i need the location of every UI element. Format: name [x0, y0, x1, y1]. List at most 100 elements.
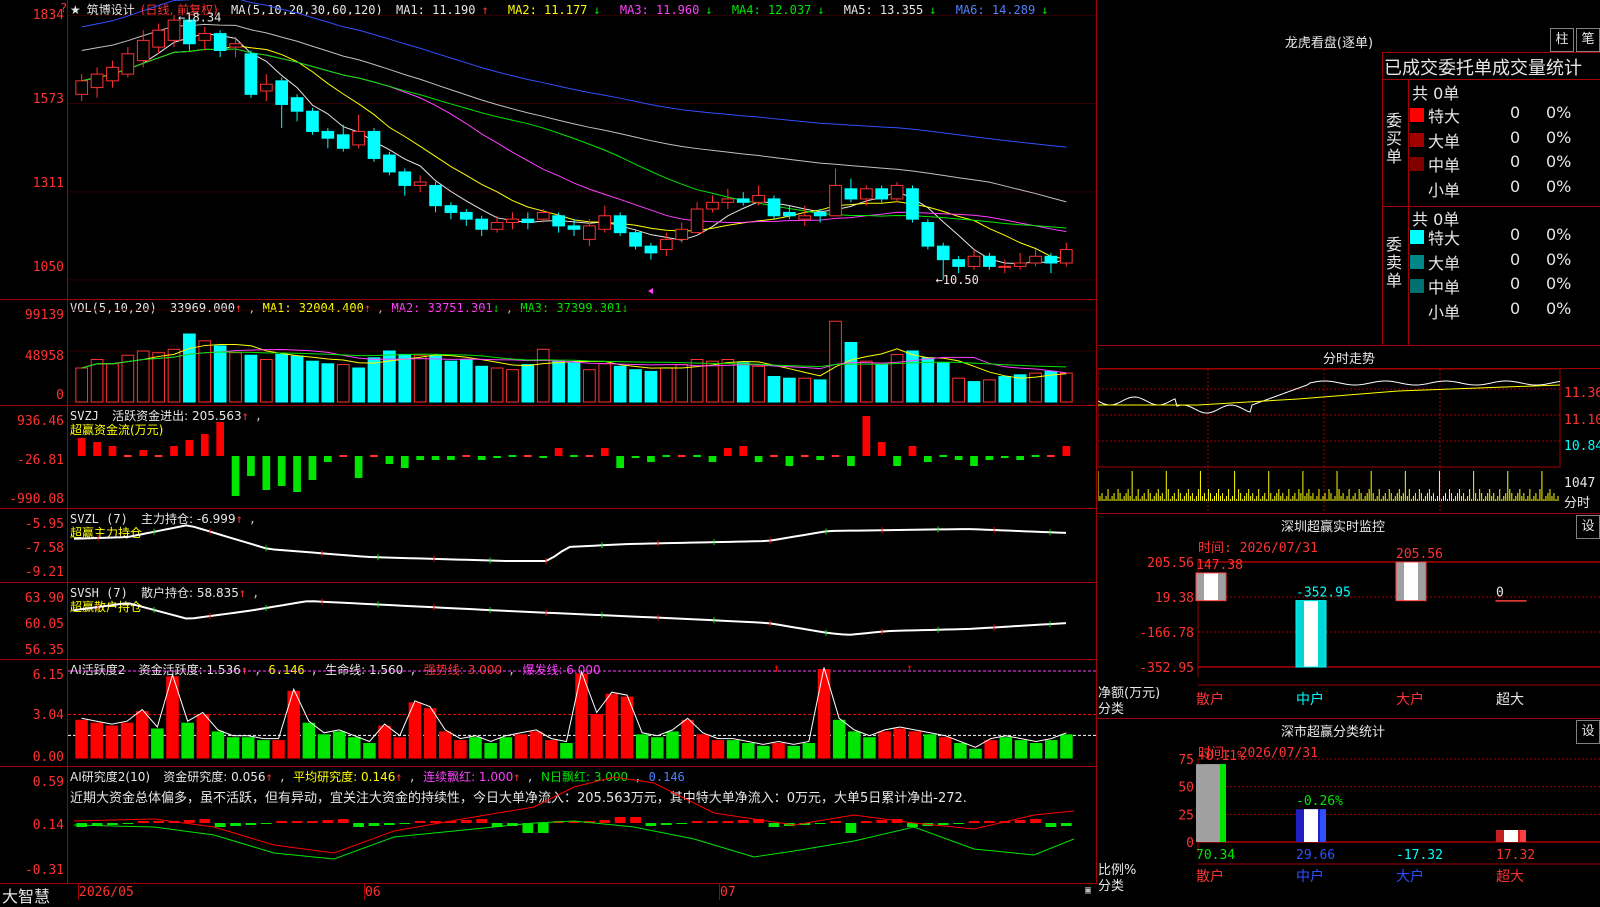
ai2-y-axis: 0.59 0.14 -0.31: [0, 767, 68, 883]
research-bar: [691, 821, 703, 823]
volume-bar: [659, 367, 673, 403]
order-volume: 0: [1510, 152, 1521, 171]
order-volume: 0: [1510, 127, 1521, 147]
y-tick: -5.95: [24, 517, 64, 532]
order-percent: 0%: [1546, 103, 1572, 122]
y-tick: 6.15: [32, 668, 64, 683]
flow-bar: [1062, 446, 1071, 456]
sz-monitor-panel[interactable]: 深圳超赢实时监控 设 时间: 2026/07/31 205.56 19.38 -16…: [1098, 513, 1600, 718]
research-bar: [645, 823, 657, 826]
flow-bar: [293, 456, 301, 492]
research-bar: [1014, 820, 1026, 823]
flow-bar: [693, 455, 701, 457]
indicator-line: [73, 600, 1067, 636]
flow-bar: [339, 455, 348, 457]
candle-body: [983, 255, 996, 267]
research-bar: [399, 823, 411, 824]
lock-icon[interactable]: ▣: [1085, 885, 1091, 896]
candle-body: [352, 130, 365, 146]
volume-chart: [68, 309, 1096, 403]
ai-activity-panel[interactable]: AI活跃度2 资金活跃度: 1.536↑, 6.146, 生命线: 1.560,…: [0, 660, 1097, 767]
vol-panel[interactable]: VOL(5,10,20) 33969.000↑, MA1: 32004.400↑…: [0, 300, 1097, 406]
flow-bar: [1031, 455, 1040, 457]
flow-bar: [939, 455, 948, 457]
y-tick: 99139: [24, 308, 64, 323]
sc-stats-panel[interactable]: 深市超赢分类统计 设 时间: 2026/07/31 75 50 25 0 +0.11% -…: [1098, 718, 1600, 900]
flow-bar: [616, 456, 624, 468]
y-tick: 0.00: [32, 750, 64, 765]
candle-body: [844, 188, 858, 200]
volume-bar: [921, 357, 935, 403]
research-bar: [337, 819, 349, 823]
activity-bar: [454, 740, 467, 759]
volume-bar: [106, 363, 119, 403]
research-bar: [614, 817, 626, 823]
vol-y-axis: 99139 48958 0: [0, 300, 68, 406]
flow-bar: [400, 456, 409, 468]
ai-research-panel[interactable]: AI研究度2(10) 资金研究度: 0.056↑, 平均研究度: 0.146↑,…: [0, 767, 1097, 883]
intraday-panel[interactable]: 分时走势 11.36 11.10 10.84 1047 分时: [1098, 346, 1600, 513]
y-tick: 56.35: [24, 643, 64, 658]
y-tick: 0.59: [32, 775, 64, 790]
flow-bar: [277, 456, 286, 486]
volume-bar: [213, 345, 227, 403]
activity-bar: [726, 740, 740, 759]
longhu-panel: 龙虎看盘(逐单) 柱 笔 已成交委托单成交量统计 委买单 共 0单 委卖单 共 …: [1098, 0, 1600, 346]
flow-bar: [585, 455, 594, 457]
sell-side-label: 委卖单: [1386, 235, 1403, 290]
activity-bar: [499, 737, 513, 759]
category-label: 超大: [1496, 869, 1524, 885]
category-label: 中户: [1296, 868, 1324, 885]
activity-bar: [848, 731, 861, 759]
volume-bar: [844, 342, 858, 403]
volume-bar: [813, 379, 827, 403]
y-tick: 10.84: [1564, 439, 1600, 454]
bar-value-label: 29.66: [1296, 848, 1335, 863]
main-chart-panel[interactable]: ? ★ 筑博设计 (日线, 前复权) MA(5,10,20,30,60,120) M…: [0, 0, 1097, 300]
flow-bar: [662, 455, 671, 457]
candle-body: [413, 181, 427, 186]
flow-bar: [862, 416, 871, 456]
flow-bar: [431, 456, 440, 460]
order-size-label: 中单: [1428, 278, 1461, 297]
volume-bar: [552, 360, 565, 403]
volume-bar: [875, 364, 889, 403]
activity-bar: [393, 737, 407, 759]
flow-bar: [970, 456, 978, 466]
volume-bar: [90, 359, 104, 403]
research-line: [73, 776, 1075, 854]
date-label: 2026/05: [79, 885, 134, 900]
longhu-subtitle: 已成交委托单成交量统计: [1384, 58, 1582, 79]
activity-bar: [378, 725, 391, 759]
category-label: 大户: [1396, 868, 1424, 885]
volume-bar: [829, 320, 842, 403]
candle-body: [859, 188, 873, 200]
research-bar: [230, 823, 241, 826]
svzj-panel[interactable]: SVZJ 活跃资金进出: 205.563↑, 超赢资金流(万元) 936.46 …: [0, 406, 1097, 509]
flow-bar: [539, 456, 548, 458]
activity-bar: [605, 693, 619, 759]
y-tick: -352.95: [1139, 661, 1194, 676]
candle-body: [783, 211, 796, 217]
candle-body: [936, 245, 950, 261]
bar-value-label: 147.38: [1196, 558, 1243, 573]
candle-body: [383, 154, 396, 173]
activity-bar: [423, 708, 437, 759]
candle-body: [475, 218, 489, 230]
activity-bar: [257, 740, 270, 759]
activity-bar: [681, 719, 694, 759]
activity-bar: [832, 719, 846, 759]
volume-bar: [644, 370, 658, 403]
research-bar: [307, 821, 318, 823]
order-volume: 0: [1510, 249, 1521, 269]
svsh-panel[interactable]: SVSH (7) 散户持仓: 58.835↑, 超赢散户持仓 63.90 60.…: [0, 583, 1097, 660]
svzl-panel[interactable]: SVZL (7) 主力持仓: -6.999↑, 超赢主力持仓 -5.95 -7.…: [0, 509, 1097, 583]
activity-bar: [438, 731, 452, 759]
volume-bar: [536, 348, 550, 403]
legend-swatch: [1410, 157, 1424, 171]
tick-mode-button[interactable]: 笔: [1576, 28, 1600, 52]
bar-mode-button[interactable]: 柱: [1550, 28, 1574, 52]
ma-line: [81, 0, 1067, 148]
research-bar: [876, 820, 888, 823]
flow-bar: [170, 446, 178, 456]
